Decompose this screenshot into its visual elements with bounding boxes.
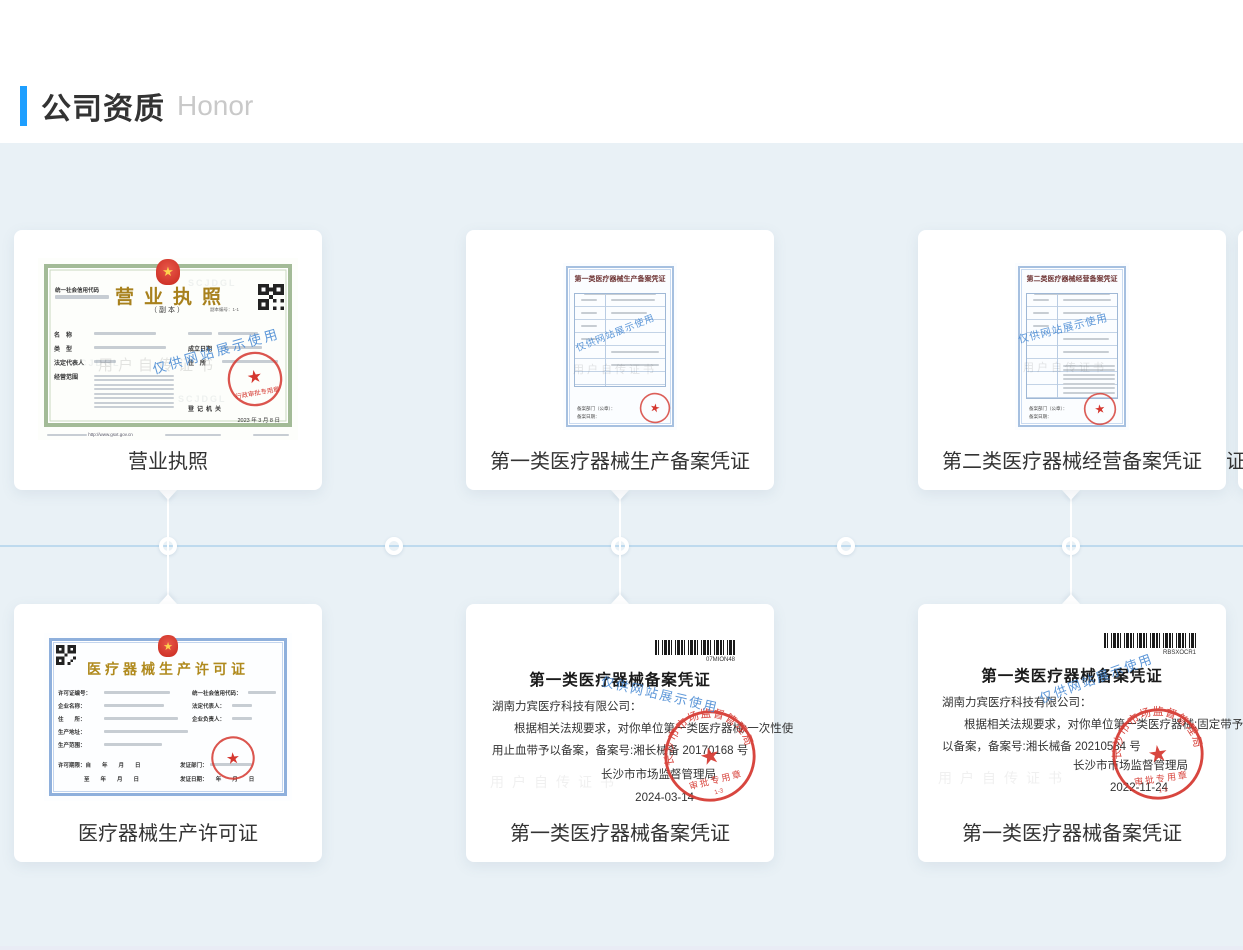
field-period-from: 许可期限：自 年 月 日 bbox=[58, 761, 141, 769]
license-title: 医疗器械生产许可证 bbox=[44, 659, 292, 679]
field-type-value bbox=[94, 346, 166, 349]
official-seal: ★ bbox=[636, 389, 674, 427]
qualifications-section: ★ 统一社会信用代码 营业执照 （副本） 副本编号：1-1 名 称 类 型 法定… bbox=[0, 143, 1243, 950]
connector-arrow-down bbox=[1062, 490, 1080, 500]
record-dept-label: 备案部门（公章）： bbox=[1029, 406, 1067, 412]
card-connector-line bbox=[1070, 490, 1072, 604]
connector-arrow-up bbox=[159, 594, 177, 604]
card-label: 第二类医疗器械经营备案凭证 bbox=[918, 445, 1226, 474]
section-header: 公司资质 Honor bbox=[20, 84, 253, 128]
watermark-mesh: SCJDGL bbox=[178, 394, 227, 404]
business-license-image: ★ 统一社会信用代码 营业执照 （副本） 副本编号：1-1 名 称 类 型 法定… bbox=[38, 258, 298, 440]
barcode-text: 07MION48 bbox=[655, 657, 735, 663]
svg-text:★: ★ bbox=[1146, 739, 1170, 768]
watermark-user: 用户自传证书 bbox=[938, 768, 1070, 788]
official-seal: 长沙市市场监督管理局 ★ 审批专用章 1-3 bbox=[1104, 700, 1212, 808]
watermark-mesh: SCJDGL bbox=[188, 278, 237, 288]
record-date-label: 备案日期： bbox=[1029, 414, 1052, 420]
connector-arrow-down bbox=[159, 490, 177, 500]
timeline-node bbox=[837, 537, 855, 555]
field-scope-label: 经营范围 bbox=[54, 372, 78, 381]
card-label: 第一类医疗器械备案凭证 bbox=[466, 817, 774, 846]
field-scope-value bbox=[94, 372, 174, 411]
seal-number: 1-3 bbox=[714, 787, 725, 796]
card-label: 第一类医疗器械生产备案凭证 bbox=[466, 445, 774, 474]
national-emblem-icon: ★ bbox=[158, 635, 178, 657]
card-class1-record-2024[interactable]: 07MION48 第一类医疗器械备案凭证 湖南力宾医疗科技有限公司： 根据相关法… bbox=[466, 604, 774, 862]
header-accent-bar bbox=[20, 86, 27, 126]
field-representative: 法定代表人： bbox=[192, 702, 225, 710]
section-divider bbox=[0, 946, 1243, 950]
page-title: 公司资质 bbox=[41, 84, 165, 128]
license-image: ★ 医疗器械生产许可证 许可证编号： 企业名称： 住 所： 生产地址： 生产范围… bbox=[44, 633, 292, 801]
registrar-label: 登记机关 bbox=[188, 404, 224, 413]
card-label: 证 bbox=[1226, 445, 1243, 474]
company-line: 湖南力宾医疗科技有限公司： bbox=[492, 698, 642, 714]
card-class1-production-record[interactable]: 第一类医疗器械生产备案凭证 备案部门（公章）： 备案日期： ★ bbox=[466, 230, 774, 490]
watermark-user: 用户自传证书 bbox=[1023, 359, 1107, 375]
official-seal: ★ bbox=[208, 733, 259, 784]
license-footer: http://www.gsxt.gov.cn bbox=[47, 432, 289, 437]
card-connector-line bbox=[619, 490, 621, 604]
seal-number: 1-3 bbox=[1158, 786, 1168, 794]
field-manager: 企业负责人： bbox=[192, 715, 225, 723]
card-connector-line bbox=[167, 490, 169, 604]
gsxt-url: http://www.gsxt.gov.cn bbox=[88, 432, 132, 437]
card-business-license[interactable]: ★ 统一社会信用代码 营业执照 （副本） 副本编号：1-1 名 称 类 型 法定… bbox=[14, 230, 322, 490]
national-emblem-icon: ★ bbox=[156, 259, 180, 285]
svg-text:★: ★ bbox=[225, 750, 241, 768]
record-dept-label: 备案部门（公章）： bbox=[577, 406, 615, 412]
card-partial-next[interactable]: 证 bbox=[1238, 230, 1243, 490]
card-production-license[interactable]: ★ 医疗器械生产许可证 许可证编号： 企业名称： 住 所： 生产地址： 生产范围… bbox=[14, 604, 322, 862]
seal-label: 审批专用章 bbox=[1133, 769, 1189, 788]
card-class2-operation-record[interactable]: 第二类医疗器械经营备案凭证 备案部门（公章）： 备案日期： ★ bbox=[918, 230, 1226, 490]
barcode-icon bbox=[655, 640, 735, 655]
connector-arrow-up bbox=[611, 594, 629, 604]
watermark-user: 用户自传证书 bbox=[490, 772, 622, 792]
certificate-title: 第一类医疗器械生产备案凭证 bbox=[563, 274, 677, 284]
card-label: 医疗器械生产许可证 bbox=[14, 817, 322, 846]
license-title: 营业执照 bbox=[38, 282, 298, 309]
card-label: 第一类医疗器械备案凭证 bbox=[918, 817, 1226, 846]
record-date-label: 备案日期： bbox=[577, 414, 600, 420]
certificate-image: 第二类医疗器械经营备案凭证 备案部门（公章）： 备案日期： ★ bbox=[1015, 263, 1129, 430]
connector-arrow-up bbox=[1062, 594, 1080, 604]
field-credit-code: 统一社会信用代码： bbox=[192, 689, 242, 697]
certificate-title: 第二类医疗器械经营备案凭证 bbox=[1015, 274, 1129, 284]
official-seal: ★ bbox=[1080, 389, 1119, 428]
field-license-no: 许可证编号： bbox=[58, 689, 91, 697]
svg-text:★: ★ bbox=[1093, 401, 1106, 417]
svg-text:★: ★ bbox=[649, 402, 662, 416]
certificate-table bbox=[1026, 293, 1118, 399]
watermark-user: 用户自传证书 bbox=[573, 361, 657, 377]
field-status-label-blur bbox=[188, 332, 212, 335]
svg-text:★: ★ bbox=[697, 741, 723, 771]
field-name-value bbox=[94, 332, 156, 335]
connector-arrow-down bbox=[611, 490, 629, 500]
page-title-en: Honor bbox=[177, 90, 253, 122]
svg-text:★: ★ bbox=[245, 365, 264, 387]
field-production-scope: 生产范围： bbox=[58, 741, 86, 749]
issue-date: 2023 年 3 月 8 日 bbox=[238, 416, 281, 424]
field-company: 企业名称： bbox=[58, 702, 86, 710]
timeline-node bbox=[385, 537, 403, 555]
card-label: 营业执照 bbox=[14, 445, 322, 474]
page: 公司资质 Honor ★ 统一社会信用代码 营业执照 （副本） bbox=[0, 0, 1243, 950]
field-name-label: 名 称 bbox=[54, 330, 72, 339]
barcode-icon bbox=[1104, 633, 1196, 648]
field-period-to: 至 年 月 日 bbox=[84, 775, 139, 783]
field-address: 住 所： bbox=[58, 715, 86, 723]
field-production-address: 生产地址： bbox=[58, 728, 86, 736]
certificate-image: 第一类医疗器械生产备案凭证 备案部门（公章）： 备案日期： ★ bbox=[563, 263, 677, 430]
field-issuer: 发证部门： bbox=[180, 761, 208, 769]
card-class1-record-2022[interactable]: RBSXOCR1 第一类医疗器械备案凭证 湖南力宾医疗科技有限公司： 根据相关法… bbox=[918, 604, 1226, 862]
field-type-label: 类 型 bbox=[54, 344, 72, 353]
